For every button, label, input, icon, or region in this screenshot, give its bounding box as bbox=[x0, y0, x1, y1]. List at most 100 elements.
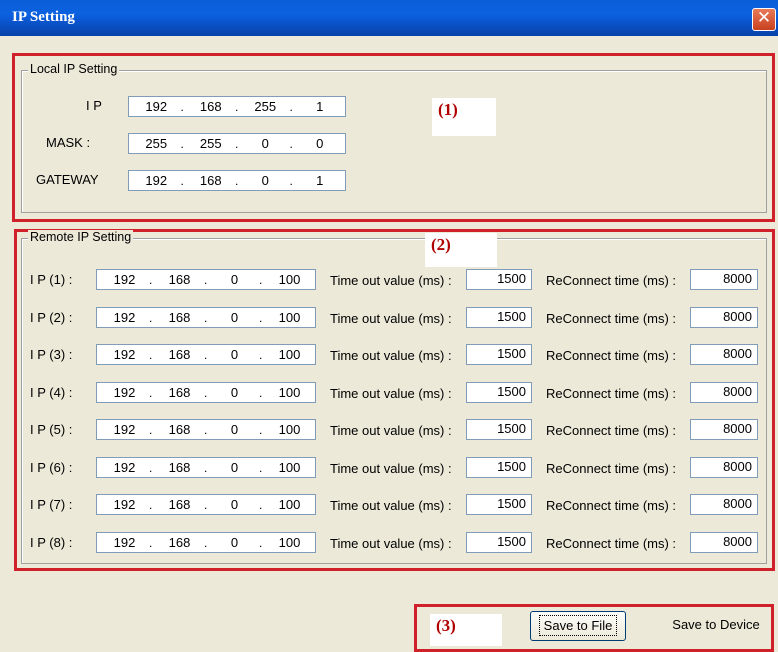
ip-octet[interactable]: 168 bbox=[163, 310, 197, 325]
ip-octet[interactable]: 168 bbox=[194, 99, 228, 114]
ip-octet[interactable]: 0 bbox=[218, 272, 252, 287]
ip-octet[interactable]: 255 bbox=[194, 136, 228, 151]
ip-octet[interactable]: 168 bbox=[163, 385, 197, 400]
remote-ip-label: I P (7) : bbox=[30, 497, 73, 512]
ip-octet[interactable]: 0 bbox=[218, 385, 252, 400]
ip-octet[interactable]: 100 bbox=[273, 535, 307, 550]
octet-separator: . bbox=[180, 174, 184, 188]
timeout-input[interactable]: 1500 bbox=[466, 344, 532, 365]
ip-octet[interactable]: 192 bbox=[108, 422, 142, 437]
remote-ip-label: I P (5) : bbox=[30, 422, 73, 437]
timeout-input[interactable]: 1500 bbox=[466, 419, 532, 440]
ip-address-field[interactable]: 192. 168. 0. 100 bbox=[96, 531, 316, 553]
ip-octet[interactable]: 168 bbox=[163, 460, 197, 475]
ip-octet[interactable]: 192 bbox=[108, 535, 142, 550]
reconnect-input[interactable]: 8000 bbox=[690, 269, 758, 290]
save-to-file-button[interactable]: Save to File bbox=[530, 611, 626, 641]
ip-setting-dialog: IP Setting ✕ Local IP Setting (1) I P 192… bbox=[0, 0, 778, 652]
octet-separator: . bbox=[204, 310, 208, 325]
ip-octet[interactable]: 100 bbox=[273, 385, 307, 400]
ip-octet[interactable]: 192 bbox=[108, 385, 142, 400]
ip-octet[interactable]: 100 bbox=[273, 497, 307, 512]
octet-separator: . bbox=[259, 310, 263, 325]
octet-separator: . bbox=[259, 423, 263, 437]
reconnect-input[interactable]: 8000 bbox=[690, 494, 758, 515]
ip-address-field[interactable]: 255. 255. 0. 0 bbox=[128, 133, 346, 154]
timeout-label: Time out value (ms) : bbox=[330, 348, 452, 363]
ip-octet[interactable]: 168 bbox=[194, 173, 228, 188]
octet-separator: . bbox=[149, 273, 153, 287]
octet-separator: . bbox=[149, 460, 153, 475]
ip-octet[interactable]: 192 bbox=[108, 310, 142, 325]
timeout-input[interactable]: 1500 bbox=[466, 269, 532, 290]
ip-octet[interactable]: 100 bbox=[273, 310, 307, 325]
ip-octet[interactable]: 255 bbox=[248, 99, 282, 114]
ip-octet[interactable]: 0 bbox=[218, 535, 252, 550]
ip-address-field[interactable]: 192. 168. 255. 1 bbox=[128, 96, 346, 117]
reconnect-input[interactable]: 8000 bbox=[690, 306, 758, 328]
save-to-file-label: Save to File bbox=[538, 615, 618, 636]
ip-address-field[interactable]: 192. 168. 0. 100 bbox=[96, 381, 316, 403]
reconnect-input[interactable]: 8000 bbox=[690, 419, 758, 440]
ip-octet[interactable]: 0 bbox=[218, 460, 252, 475]
octet-separator: . bbox=[149, 423, 153, 437]
ip-address-field[interactable]: 192. 168. 0. 100 bbox=[96, 419, 316, 440]
timeout-input[interactable]: 1500 bbox=[466, 531, 532, 553]
ip-octet[interactable]: 0 bbox=[218, 497, 252, 512]
reconnect-input[interactable]: 8000 bbox=[690, 381, 758, 403]
timeout-input[interactable]: 1500 bbox=[466, 306, 532, 328]
octet-separator: . bbox=[180, 137, 184, 151]
octet-separator: . bbox=[235, 100, 239, 114]
timeout-input[interactable]: 1500 bbox=[466, 456, 532, 478]
reconnect-label: ReConnect time (ms) : bbox=[546, 348, 677, 363]
ip-octet[interactable]: 192 bbox=[108, 347, 142, 362]
ip-octet[interactable]: 100 bbox=[273, 460, 307, 475]
reconnect-input[interactable]: 8000 bbox=[690, 531, 758, 553]
timeout-input[interactable]: 1500 bbox=[466, 381, 532, 403]
ip-octet[interactable]: 192 bbox=[139, 173, 173, 188]
octet-separator: . bbox=[259, 348, 263, 362]
ip-address-field[interactable]: 192. 168. 0. 100 bbox=[96, 306, 316, 328]
ip-octet[interactable]: 1 bbox=[303, 99, 337, 114]
ip-octet[interactable]: 1 bbox=[303, 173, 337, 188]
ip-address-field[interactable]: 192. 168. 0. 100 bbox=[96, 344, 316, 365]
ip-octet[interactable]: 168 bbox=[163, 422, 197, 437]
ip-octet[interactable]: 168 bbox=[163, 535, 197, 550]
octet-separator: . bbox=[259, 385, 263, 400]
ip-octet[interactable]: 192 bbox=[108, 497, 142, 512]
close-icon[interactable]: ✕ bbox=[752, 8, 776, 31]
ip-octet[interactable]: 192 bbox=[108, 460, 142, 475]
ip-address-field[interactable]: 192. 168. 0. 100 bbox=[96, 269, 316, 290]
octet-separator: . bbox=[180, 100, 184, 114]
ip-octet[interactable]: 168 bbox=[163, 497, 197, 512]
octet-separator: . bbox=[204, 535, 208, 550]
octet-separator: . bbox=[259, 460, 263, 475]
ip-octet[interactable]: 0 bbox=[218, 422, 252, 437]
ip-octet[interactable]: 100 bbox=[273, 272, 307, 287]
ip-octet[interactable]: 100 bbox=[273, 422, 307, 437]
local-ip-legend: Local IP Setting bbox=[28, 62, 120, 76]
local-field-label: I P bbox=[86, 98, 102, 113]
ip-octet[interactable]: 0 bbox=[303, 136, 337, 151]
reconnect-label: ReConnect time (ms) : bbox=[546, 460, 677, 476]
ip-octet[interactable]: 192 bbox=[108, 272, 142, 287]
ip-octet[interactable]: 168 bbox=[163, 347, 197, 362]
ip-octet[interactable]: 168 bbox=[163, 272, 197, 287]
ip-octet[interactable]: 0 bbox=[248, 173, 282, 188]
save-to-device-button[interactable]: Save to Device bbox=[664, 611, 768, 641]
reconnect-input[interactable]: 8000 bbox=[690, 456, 758, 478]
ip-octet[interactable]: 100 bbox=[273, 347, 307, 362]
ip-octet[interactable]: 0 bbox=[248, 136, 282, 151]
remote-ip-legend: Remote IP Setting bbox=[28, 230, 134, 244]
ip-address-field[interactable]: 192. 168. 0. 1 bbox=[128, 170, 346, 191]
timeout-input[interactable]: 1500 bbox=[466, 494, 532, 515]
reconnect-input[interactable]: 8000 bbox=[690, 344, 758, 365]
ip-octet[interactable]: 0 bbox=[218, 310, 252, 325]
ip-octet[interactable]: 192 bbox=[139, 99, 173, 114]
ip-octet[interactable]: 0 bbox=[218, 347, 252, 362]
ip-octet[interactable]: 255 bbox=[139, 136, 173, 151]
ip-address-field[interactable]: 192. 168. 0. 100 bbox=[96, 456, 316, 478]
annotation-label-3: (3) bbox=[430, 614, 502, 646]
ip-address-field[interactable]: 192. 168. 0. 100 bbox=[96, 494, 316, 515]
title-bar[interactable]: IP Setting ✕ bbox=[0, 0, 778, 36]
